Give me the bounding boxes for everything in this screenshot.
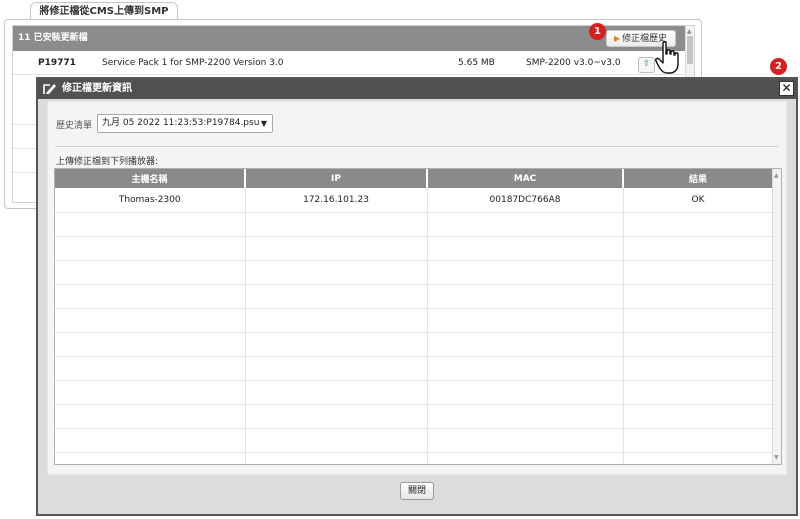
flag-icon: ▶ bbox=[614, 34, 621, 43]
column-header-mac[interactable]: MAC bbox=[427, 169, 624, 188]
empty-row bbox=[55, 452, 774, 464]
cell-ip: 172.16.101.23 bbox=[245, 188, 428, 213]
scroll-up-icon[interactable]: ▲ bbox=[774, 172, 779, 179]
empty-row bbox=[55, 332, 774, 357]
table-row[interactable]: P19771 Service Pack 1 for SMP-2200 Versi… bbox=[13, 51, 687, 75]
hand-cursor-icon bbox=[655, 41, 679, 74]
empty-row bbox=[55, 236, 774, 261]
dialog-title: 修正檔更新資訊 bbox=[62, 83, 132, 94]
column-header-hostname[interactable]: 主機名稱 bbox=[55, 169, 246, 188]
patch-description: Service Pack 1 for SMP-2200 Version 3.0 bbox=[102, 58, 284, 68]
upload-button[interactable]: ⇪ bbox=[638, 57, 655, 73]
close-icon[interactable]: ✕ bbox=[779, 81, 794, 96]
installed-patches-header: 11 已安裝更新檔 bbox=[13, 26, 687, 51]
patch-id: P19771 bbox=[38, 58, 76, 68]
scroll-down-icon[interactable]: ▼ bbox=[774, 454, 779, 461]
tab-upload-patch[interactable]: 將修正檔從CMS上傳到SMP bbox=[30, 2, 178, 20]
upload-targets-label: 上傳修正檔到下列播放器: bbox=[56, 157, 159, 167]
history-select-value: 九月 05 2022 11:23:53:P19784.psu bbox=[102, 118, 260, 128]
dialog-titlebar[interactable]: 修正檔更新資訊 ✕ bbox=[38, 79, 796, 99]
dialog-body: 歷史清單 九月 05 2022 11:23:53:P19784.psu ▼ 上傳… bbox=[47, 101, 787, 475]
empty-row bbox=[55, 260, 774, 285]
history-select[interactable]: 九月 05 2022 11:23:53:P19784.psu ▼ bbox=[97, 114, 273, 133]
column-header-result[interactable]: 結果 bbox=[623, 169, 774, 188]
empty-row bbox=[55, 212, 774, 237]
cell-hostname: Thomas-2300 bbox=[55, 188, 246, 213]
history-list-label: 歷史清單 bbox=[56, 121, 93, 131]
players-table: 主機名稱 IP MAC 結果 Thomas-2300 172.16.101.23… bbox=[54, 168, 782, 465]
empty-row bbox=[55, 404, 774, 429]
table-row[interactable]: Thomas-2300 172.16.101.23 00187DC766A8 O… bbox=[55, 188, 774, 213]
close-dialog-button[interactable]: 關閉 bbox=[400, 482, 434, 500]
table-header-row: 主機名稱 IP MAC 結果 bbox=[55, 169, 774, 188]
patch-compatibility: SMP-2200 v3.0~v3.0 bbox=[526, 58, 621, 68]
empty-row bbox=[55, 428, 774, 453]
divider bbox=[55, 146, 778, 147]
empty-row bbox=[55, 380, 774, 405]
patch-size: 5.65 MB bbox=[458, 58, 495, 68]
empty-row bbox=[55, 356, 774, 381]
column-header-ip[interactable]: IP bbox=[245, 169, 428, 188]
empty-row bbox=[55, 308, 774, 333]
scroll-up-icon[interactable]: ▲ bbox=[687, 28, 692, 35]
scroll-thumb[interactable] bbox=[687, 36, 693, 64]
edit-document-icon bbox=[43, 84, 56, 94]
upload-icon: ⇪ bbox=[642, 59, 651, 69]
callout-badge-1: 1 bbox=[589, 23, 606, 40]
cell-mac: 00187DC766A8 bbox=[427, 188, 624, 213]
patch-update-dialog: 修正檔更新資訊 ✕ 歷史清單 九月 05 2022 11:23:53:P1978… bbox=[36, 77, 798, 516]
empty-row bbox=[55, 284, 774, 309]
callout-badge-2: 2 bbox=[770, 58, 787, 75]
dropdown-arrow-icon: ▼ bbox=[260, 119, 267, 128]
scrollbar[interactable]: ▲ ▼ bbox=[772, 169, 781, 464]
cell-result: OK bbox=[623, 188, 774, 213]
